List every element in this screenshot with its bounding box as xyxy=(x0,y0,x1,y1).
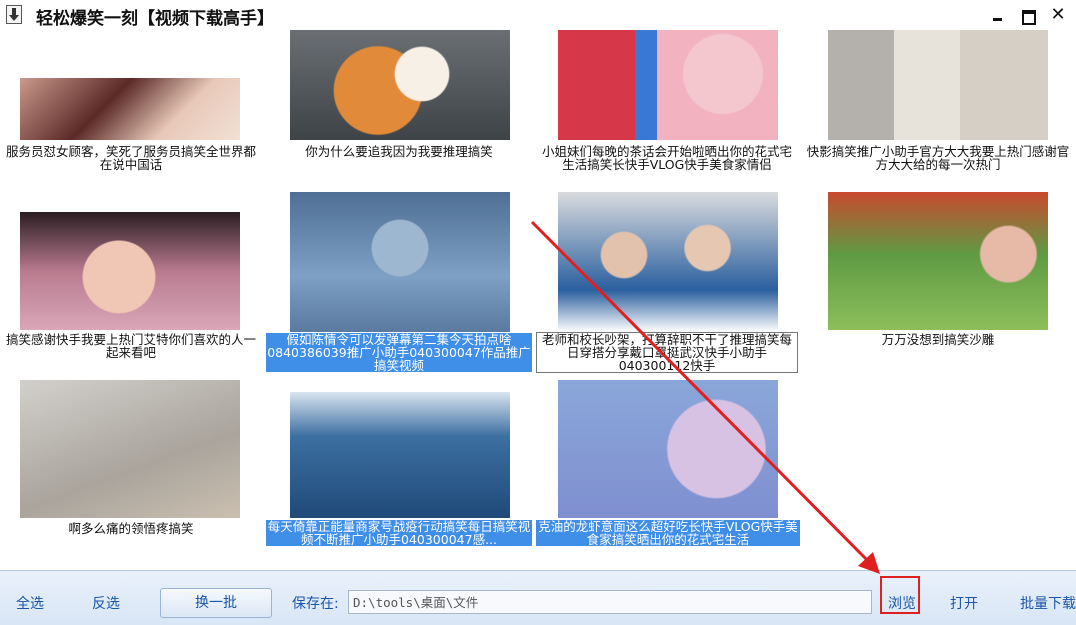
video-thumbnail[interactable] xyxy=(290,30,510,140)
video-caption: 小姐妹们每晚的茶话会开始啦晒出你的花式宅生活搞笑长快手VLOG快手美食家情侣 xyxy=(541,144,792,172)
save-path-label: 保存在: xyxy=(292,596,339,612)
video-thumbnail[interactable] xyxy=(20,78,240,140)
video-caption: 克油的龙虾意面这么超好吃长快手VLOG快手美食家搞笑晒出你的花式宅生活 xyxy=(536,520,800,546)
select-all-button[interactable]: 全选 xyxy=(16,593,44,613)
close-button[interactable]: ✕ xyxy=(1046,3,1070,27)
title-bar: 轻松爆笑一刻【视频下载高手】 ✕ xyxy=(0,0,1076,30)
window-title: 轻松爆笑一刻【视频下载高手】 xyxy=(36,9,274,29)
video-thumbnail[interactable] xyxy=(558,380,778,518)
open-button[interactable]: 打开 xyxy=(950,593,978,613)
video-caption: 你为什么要追我因为我要推理搞笑 xyxy=(305,144,493,159)
video-caption: 啊多么痛的领悟疼搞笑 xyxy=(68,521,194,536)
browse-highlight-box xyxy=(880,576,920,614)
video-thumbnail[interactable] xyxy=(20,380,240,518)
download-app-icon xyxy=(6,5,22,24)
video-caption: 假如陈情令可以发弹幕第二集今天拍点啥0840386039推广小助手0403000… xyxy=(266,332,532,373)
save-path-field[interactable]: D:\tools\桌面\文件 xyxy=(348,590,872,614)
video-grid: 服务员怼女顾客，笑死了服务员搞笑全世界都在说中国话 你为什么要追我因为我要推理搞… xyxy=(0,30,1076,570)
video-thumbnail[interactable] xyxy=(828,192,1048,330)
video-thumbnail[interactable] xyxy=(558,30,778,140)
video-thumbnail[interactable] xyxy=(290,192,510,332)
invert-selection-button[interactable]: 反选 xyxy=(92,593,120,613)
video-thumbnail[interactable] xyxy=(558,192,778,332)
video-thumbnail[interactable] xyxy=(828,30,1048,140)
video-thumbnail[interactable] xyxy=(20,212,240,330)
close-icon: ✕ xyxy=(1050,4,1066,25)
video-caption: 服务员怼女顾客，笑死了服务员搞笑全世界都在说中国话 xyxy=(5,144,256,172)
video-caption: 每天倚靠正能量商家号战疫行动搞笑每日搞笑视频不断推广小助手040300047感.… xyxy=(266,519,532,547)
maximize-icon xyxy=(1022,10,1036,25)
minimize-icon xyxy=(993,18,1002,21)
video-caption: 快影搞笑推广小助手官方大大我要上热门感谢官方大大给的每一次热门 xyxy=(806,144,1070,172)
video-caption: 万万没想到搞笑沙雕 xyxy=(881,332,995,347)
video-caption: 老师和校长吵架，打算辞职不干了推理搞笑每日穿搭分享戴口罩挺武汉快手小助手0403… xyxy=(536,332,798,373)
video-thumbnail[interactable] xyxy=(290,392,510,518)
video-caption: 搞笑感谢快手我要上热门艾特你们喜欢的人一起来看吧 xyxy=(5,332,256,360)
batch-download-button[interactable]: 批量下载 xyxy=(1020,593,1076,613)
minimize-button[interactable] xyxy=(986,3,1010,27)
next-batch-button[interactable]: 换一批 xyxy=(160,588,272,618)
maximize-button[interactable] xyxy=(1016,3,1040,27)
